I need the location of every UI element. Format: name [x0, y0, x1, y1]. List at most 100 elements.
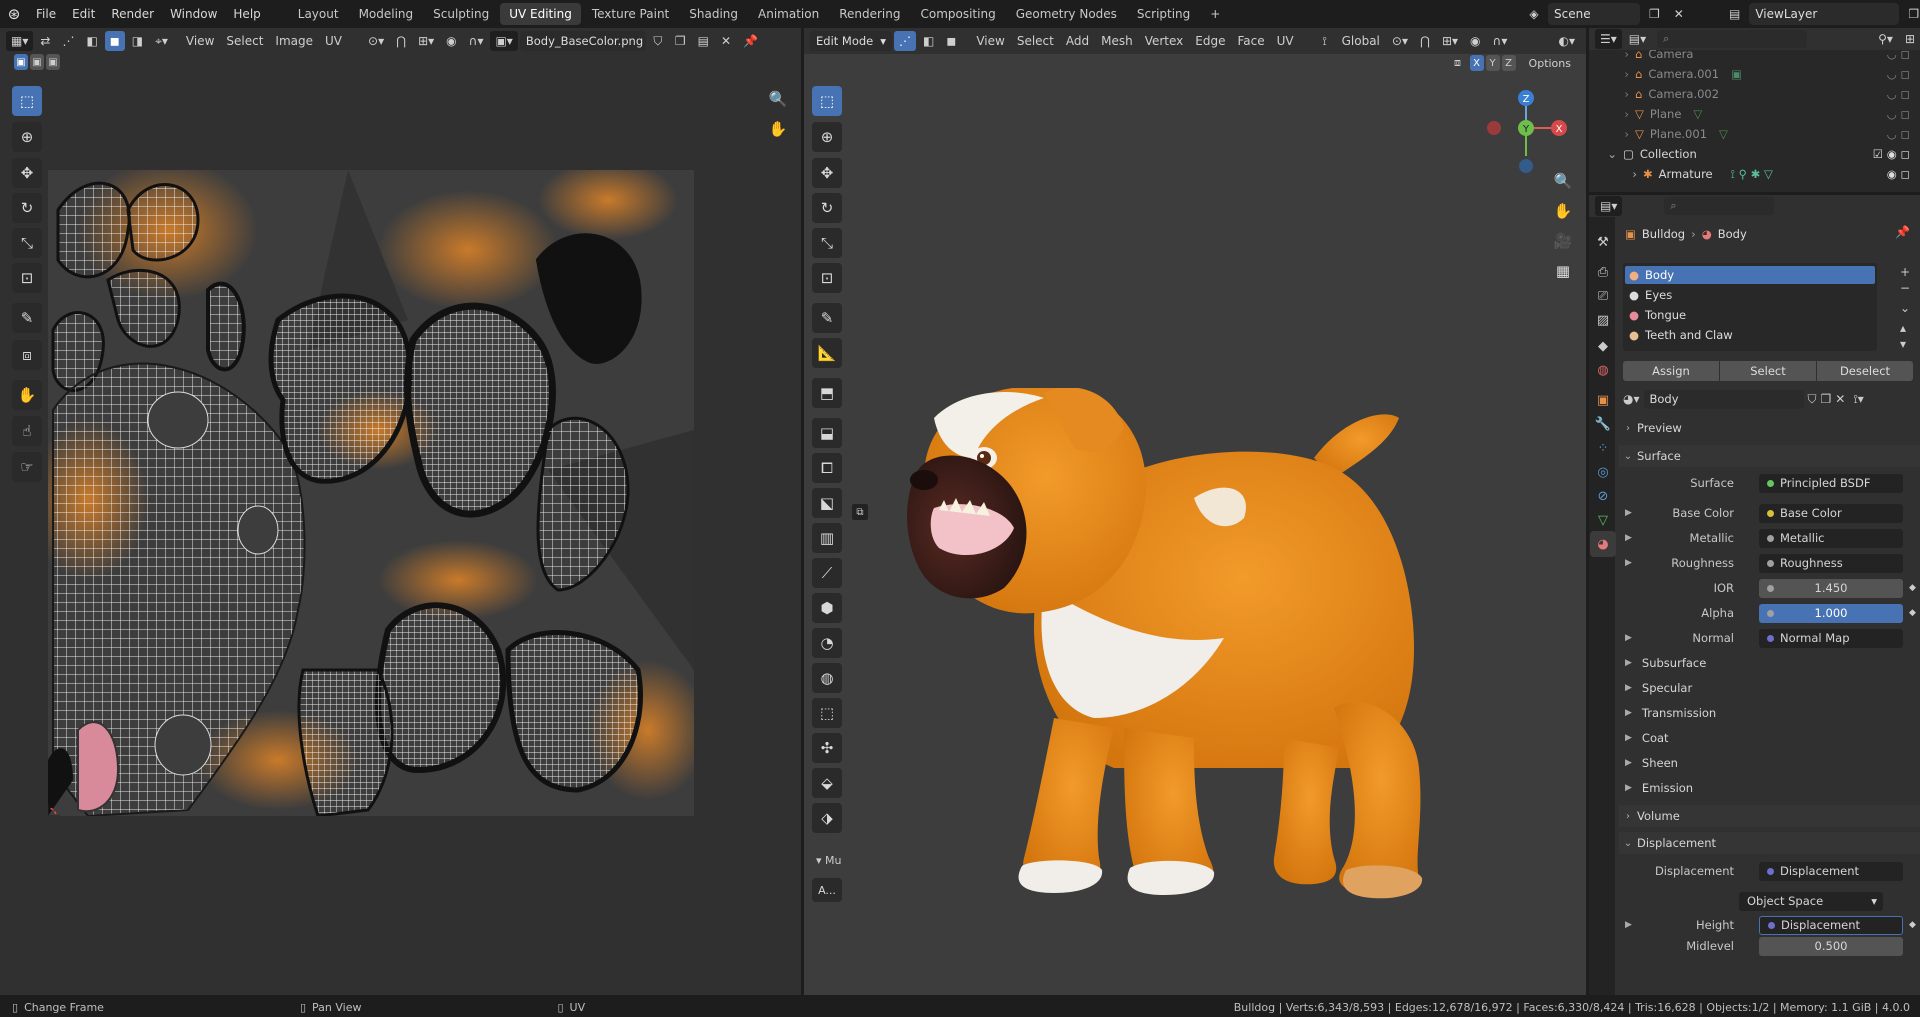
move-slot-up-icon[interactable]: ▴	[1900, 321, 1910, 335]
menu-image[interactable]: Image	[270, 31, 318, 51]
camera-view-icon[interactable]: 🎥	[1550, 228, 1576, 254]
annotate-tool-icon[interactable]: ✎	[12, 303, 42, 333]
constraints-tab-icon[interactable]: ⊘	[1590, 483, 1616, 509]
snap-icon[interactable]: ⋂	[391, 31, 411, 51]
grab-tool-icon[interactable]: ✋	[12, 380, 42, 410]
menu-uv-3d[interactable]: UV	[1272, 31, 1299, 51]
tab-sculpting[interactable]: Sculpting	[424, 3, 498, 25]
visibility-eye-icon[interactable]: ◡ ◻	[1887, 107, 1910, 121]
material-tab-icon[interactable]: ◕	[1590, 531, 1616, 557]
menu-select-uv[interactable]: Select	[221, 31, 268, 51]
3d-viewport-area[interactable]: Edit Mode ▾ ⋰ ◧ ◼ View Select Add Mesh Ve…	[804, 28, 1586, 995]
ior-field[interactable]: 1.450	[1759, 578, 1903, 598]
visibility-eye-icon[interactable]: ◡ ◻	[1887, 87, 1910, 101]
preview-panel-header[interactable]: › Preview	[1619, 417, 1920, 439]
smooth-tool-icon[interactable]: ◍	[812, 663, 842, 693]
filter-icon[interactable]: ⚲▾	[1873, 29, 1898, 49]
duplicate-material-icon[interactable]: ❐	[1821, 392, 1832, 406]
blender-logo-icon[interactable]: ⊛	[0, 0, 28, 28]
measure-tool-icon[interactable]: 📐	[812, 338, 842, 368]
outliner-item-collection[interactable]: ⌄ ▢ Collection ☑ ◉ ◻	[1589, 144, 1920, 164]
material-browse-icon[interactable]: ◕▾	[1623, 392, 1640, 406]
collection-visibility-icon[interactable]: ☑ ◉ ◻	[1873, 147, 1910, 161]
material-name-field[interactable]: Body	[1643, 389, 1804, 409]
menu-vertex[interactable]: Vertex	[1140, 31, 1189, 51]
visibility-eye-icon[interactable]: ◡ ◻	[1887, 67, 1910, 81]
base-color-field[interactable]: Base Color	[1759, 503, 1903, 523]
object-tab-icon[interactable]: ▣	[1590, 387, 1616, 413]
proportional-icon[interactable]: ◉	[1465, 31, 1485, 51]
inset-tool-icon[interactable]: ⧠	[812, 453, 842, 483]
bevel-tool-icon[interactable]: ⬕	[812, 488, 842, 518]
add-slot-icon[interactable]: +	[1900, 265, 1910, 279]
mode-subtract-icon[interactable]: ▣	[46, 54, 60, 70]
transform-3d-tool-icon[interactable]: ⊡	[812, 263, 842, 293]
select-button[interactable]: Select	[1720, 361, 1816, 381]
uv-editor-area[interactable]: ▦▾ ⇄ ⋰ ◧ ◼ ◨ ⌖▾ View Select Image UV ⊙▾ …	[0, 28, 801, 995]
move-slot-down-icon[interactable]: ▾	[1900, 337, 1910, 351]
tab-scripting[interactable]: Scripting	[1128, 3, 1199, 25]
menu-file[interactable]: File	[28, 0, 64, 28]
new-collection-icon[interactable]: ⊞	[1900, 29, 1920, 49]
visibility-eye-icon[interactable]: ◡ ◻	[1887, 127, 1910, 141]
face-mode-icon[interactable]: ◼	[941, 31, 961, 51]
fake-user-shield-icon[interactable]: ⛉	[1808, 392, 1817, 407]
specular-subpanel[interactable]: ▶ Specular	[1619, 677, 1920, 699]
tab-uv-editing[interactable]: UV Editing	[500, 3, 581, 25]
normal-field[interactable]: Normal Map	[1759, 628, 1903, 648]
tab-shading[interactable]: Shading	[680, 3, 747, 25]
tab-rendering[interactable]: Rendering	[830, 3, 909, 25]
physics-tab-icon[interactable]: ◎	[1590, 459, 1616, 485]
proportional-edit-icon[interactable]: ◉	[441, 31, 461, 51]
transform-tool-icon[interactable]: ⊡	[12, 263, 42, 293]
tab-geometry-nodes[interactable]: Geometry Nodes	[1007, 3, 1126, 25]
properties-search[interactable]: ⌕	[1664, 197, 1775, 215]
pivot-point-icon[interactable]: ⊙▾	[1387, 31, 1413, 51]
tab-texture-paint[interactable]: Texture Paint	[583, 3, 678, 25]
uv-image-canvas[interactable]	[48, 170, 694, 816]
new-scene-icon[interactable]: ❐	[1644, 4, 1665, 24]
scene-selector[interactable]: Scene	[1548, 3, 1640, 25]
world-tab-icon[interactable]: ◍	[1590, 357, 1616, 383]
snap-toggle-icon[interactable]: ⋂	[1415, 31, 1435, 51]
menu-edit[interactable]: Edit	[64, 0, 103, 28]
pin-icon[interactable]: 📌	[738, 31, 763, 51]
display-mode-icon[interactable]: ▤▾	[1624, 29, 1651, 49]
outliner-item-plane-001[interactable]: › ▽ Plane.001 ▽ ◡ ◻	[1589, 124, 1920, 144]
emission-subpanel[interactable]: ▶ Emission	[1619, 777, 1920, 799]
delete-scene-icon[interactable]: ✕	[1669, 4, 1689, 24]
outliner-item-camera[interactable]: › ⌂ Camera ◡ ◻	[1589, 50, 1920, 64]
mode-extend-icon[interactable]: ▣	[30, 54, 44, 70]
proportional-falloff-icon[interactable]: ∩▾	[1488, 31, 1513, 51]
annotate-3d-tool-icon[interactable]: ✎	[812, 303, 842, 333]
new-image-icon[interactable]: ▤	[693, 31, 714, 51]
properties-editor-type-icon[interactable]: ▤▾	[1595, 196, 1623, 216]
knife-tool-icon[interactable]: ⟋	[812, 558, 842, 588]
last-operator-button[interactable]: A...	[812, 878, 842, 902]
node-link-icon[interactable]: ⟟▾	[1853, 392, 1864, 407]
fake-user-icon[interactable]: ⛉	[648, 31, 668, 51]
displacement-field[interactable]: Displacement	[1759, 861, 1903, 881]
add-cube-tool-icon[interactable]: ⬒	[812, 378, 842, 408]
outliner-editor-type-icon[interactable]: ☰▾	[1595, 29, 1622, 49]
subsurface-subpanel[interactable]: ▶ Subsurface	[1619, 652, 1920, 674]
mode-set-icon[interactable]: ▣	[14, 54, 28, 70]
visibility-eye-icon[interactable]: ◉ ◻	[1887, 167, 1910, 181]
cursor-tool-icon[interactable]: ⊕	[12, 122, 42, 152]
render-tab-icon[interactable]: ⎙	[1590, 259, 1616, 285]
shrink-fatten-tool-icon[interactable]: ✣	[812, 733, 842, 763]
menu-select-3d[interactable]: Select	[1012, 31, 1059, 51]
menu-uv[interactable]: UV	[320, 31, 347, 51]
menu-mesh[interactable]: Mesh	[1096, 31, 1138, 51]
slot-specials-icon[interactable]: ⌄	[1900, 301, 1910, 315]
relax-tool-icon[interactable]: ☝	[12, 416, 42, 446]
unlink-image-icon[interactable]: ✕	[716, 31, 736, 51]
rip-tool-icon[interactable]: ⧈	[12, 340, 42, 370]
deselect-button[interactable]: Deselect	[1817, 361, 1913, 381]
cursor-3d-tool-icon[interactable]: ⊕	[812, 122, 842, 152]
menu-add[interactable]: Add	[1061, 31, 1094, 51]
vertex-mode-icon[interactable]: ⋰	[894, 31, 916, 51]
sheen-subpanel[interactable]: ▶ Sheen	[1619, 752, 1920, 774]
coat-subpanel[interactable]: ▶ Coat	[1619, 727, 1920, 749]
rip-region-tool-icon[interactable]: ⬗	[812, 803, 842, 833]
